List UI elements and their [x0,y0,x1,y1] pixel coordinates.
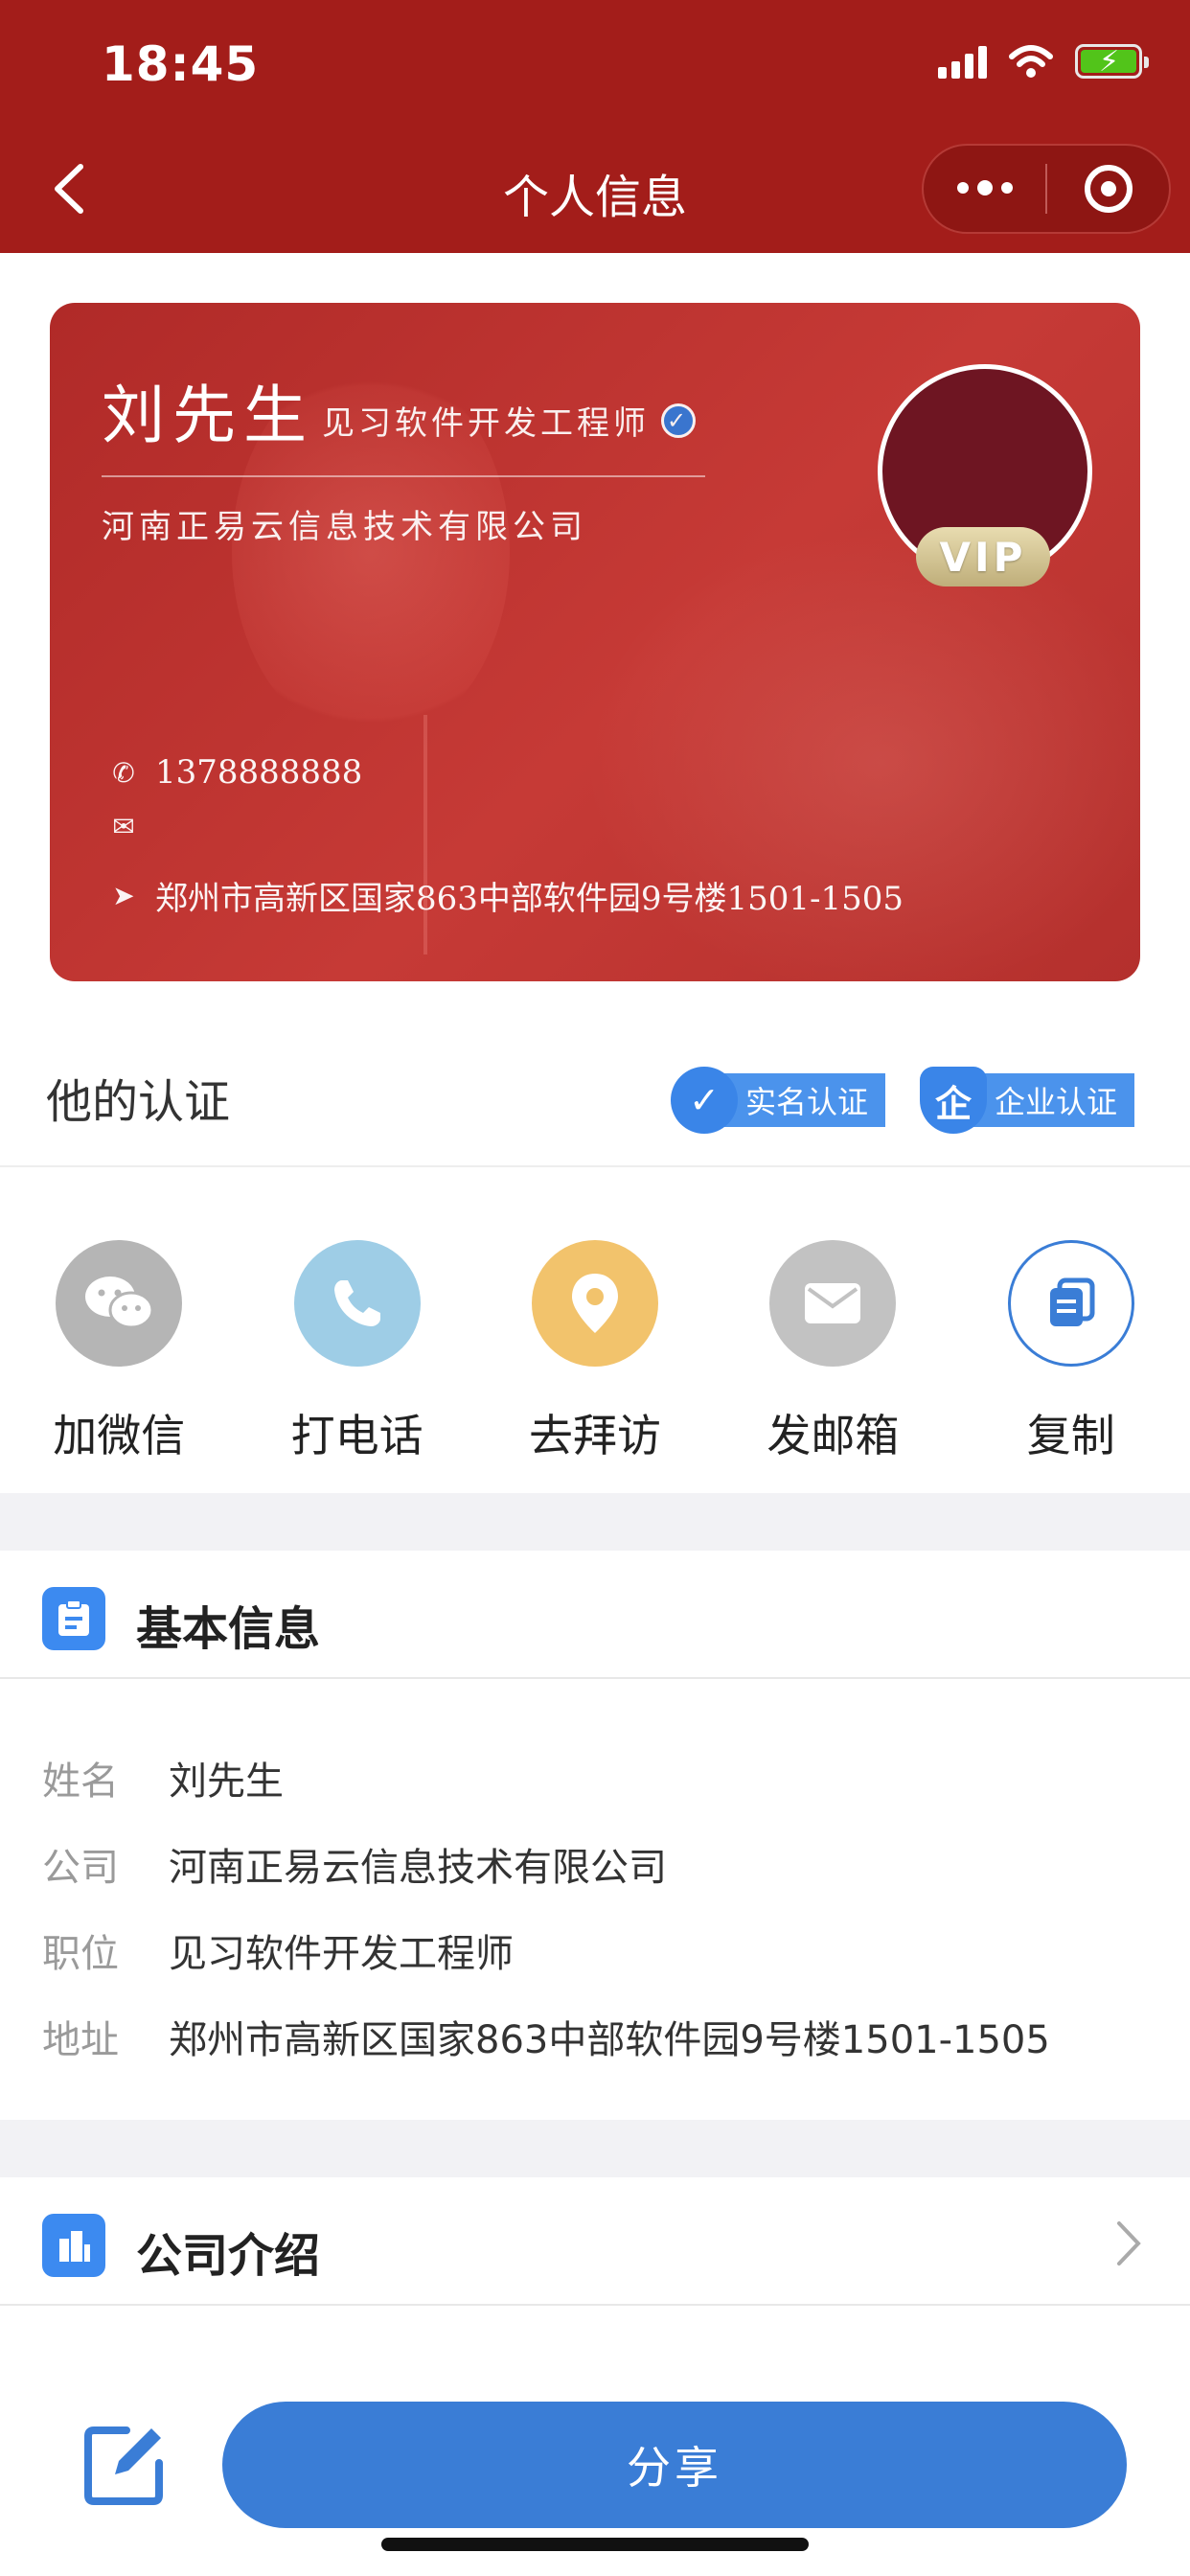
enterprise-badge: 企 企业认证 [920,1067,1135,1134]
check-badge-icon: ✓ [671,1067,738,1134]
info-row-name: 姓名 刘先生 [42,1760,284,1804]
basic-info-header: 基本信息 [0,1551,1190,1679]
company-intro-row[interactable]: 公司介绍 [0,2177,1190,2306]
real-name-badge: ✓ 实名认证 [671,1067,886,1134]
share-button[interactable]: 分享 [222,2402,1127,2528]
business-card: 刘先生 见习软件开发工程师 ✓ 河南正易云信息技术有限公司 VIP ✆ 1378… [50,303,1140,981]
building-icon [42,2214,105,2277]
shield-icon: 企 [920,1067,987,1134]
card-phone-row[interactable]: ✆ 1378888888 [109,753,362,792]
card-phone: 1378888888 [155,753,363,792]
status-icons: ⚡ [938,38,1149,84]
card-company: 河南正易云信息技术有限公司 [102,508,587,546]
wechat-icon [56,1240,183,1367]
copy-button[interactable]: 复制 [952,1167,1190,1493]
more-button[interactable] [924,146,1045,232]
card-name: 刘先生 [102,379,314,452]
card-position-text: 见习软件开发工程师 [322,404,650,443]
basic-info-title: 基本信息 [136,1602,321,1656]
cert-title: 他的认证 [46,1075,231,1129]
verified-icon: ✓ [661,402,696,438]
vip-badge: VIP [916,527,1050,586]
send-email-button[interactable]: 发邮箱 [714,1167,951,1493]
info-row-position: 职位 见习软件开发工程师 [42,1932,514,1976]
location-icon [531,1240,658,1367]
signal-icon [938,44,987,79]
card-position: 见习软件开发工程师 ✓ [322,397,696,444]
clipboard-icon [42,1587,105,1650]
edit-icon[interactable] [77,2419,169,2511]
info-row-company: 公司 河南正易云信息技术有限公司 [42,1846,667,1890]
wifi-icon [1009,45,1053,78]
target-icon [1084,165,1133,213]
phone-icon [293,1240,421,1367]
visit-button[interactable]: 去拜访 [476,1167,714,1493]
phone-icon: ✆ [112,756,135,789]
section-gap [0,2120,1190,2177]
copy-icon [1007,1240,1134,1367]
add-wechat-button[interactable]: 加微信 [0,1167,238,1493]
close-miniprogram-button[interactable] [1047,146,1169,232]
status-time: 18:45 [102,36,260,92]
battery-icon: ⚡ [1075,44,1149,79]
send-icon: ➤ [112,880,135,911]
mail-icon: ✉ [112,811,135,842]
action-row: 加微信 打电话 去拜访 发邮箱 复制 [0,1167,1190,1493]
header-bar: 18:45 ⚡ 个人信息 [0,0,1190,253]
company-intro-title: 公司介绍 [136,2229,321,2283]
home-indicator [381,2538,809,2551]
call-button[interactable]: 打电话 [238,1167,475,1493]
chevron-right-icon [1117,2221,1141,2266]
info-row-address: 地址 郑州市高新区国家863中部软件园9号楼1501-1505 [42,2018,1050,2062]
card-address-row[interactable]: ➤ 郑州市高新区国家863中部软件园9号楼1501-1505 [109,872,904,919]
card-divider [102,475,705,477]
card-email-row[interactable]: ✉ [109,811,155,842]
certification-section: 他的认证 ✓ 实名认证 企 企业认证 [0,1006,1190,1167]
more-icon [956,180,1013,196]
section-gap [0,1493,1190,1551]
mail-icon [769,1240,897,1367]
profile-page: 18:45 ⚡ 个人信息 刘先生 见习软件开发工程师 ✓ 河南正易云信息技术有限… [0,0,1190,2576]
card-address: 郑州市高新区国家863中部软件园9号楼1501-1505 [155,880,904,918]
miniprogram-capsule [922,144,1171,234]
